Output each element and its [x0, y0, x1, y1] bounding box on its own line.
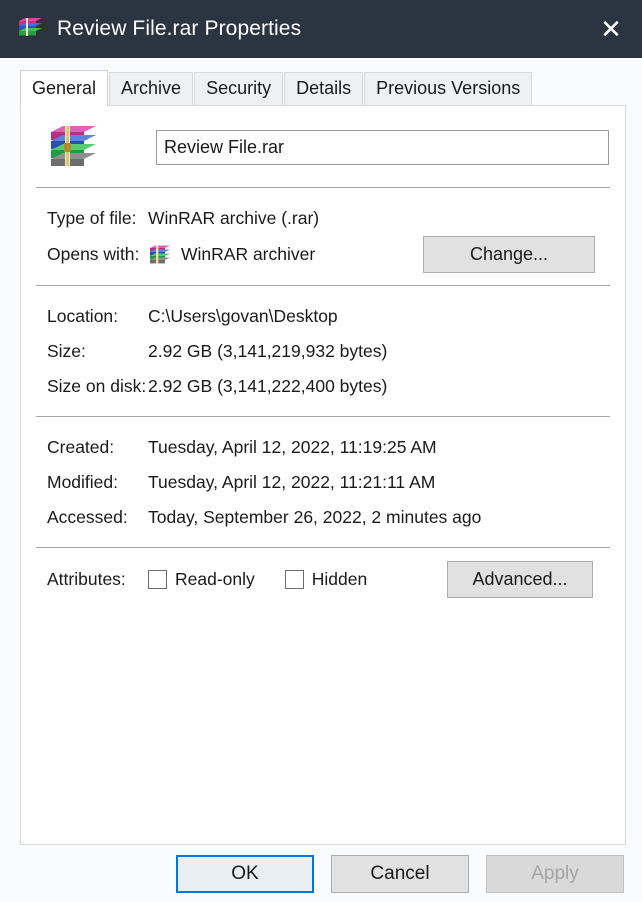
- winrar-small-icon: [148, 244, 172, 266]
- attributes-label: Attributes:: [47, 569, 126, 589]
- winrar-icon: [16, 17, 44, 41]
- created-label: Created:: [47, 437, 115, 457]
- attributes-section: Attributes: Read-only Hidden Advanced...: [35, 548, 611, 610]
- checkbox-icon[interactable]: [148, 570, 167, 589]
- read-only-checkbox[interactable]: Read-only: [148, 569, 255, 590]
- apply-button: Apply: [486, 854, 624, 893]
- checkbox-icon[interactable]: [284, 570, 304, 589]
- opens-with-value-group: WinRAR archiver: [148, 244, 315, 266]
- filename-input[interactable]: Review File.rar: [156, 129, 609, 165]
- winrar-file-icon: [47, 123, 99, 171]
- tabstrip-container: General Archive Security Details Previou…: [0, 58, 642, 106]
- title-bar: Review File.rar Properties ✕: [0, 0, 642, 58]
- location-size-section: Location: C:\Users\govan\Desktop Size: 2…: [35, 286, 611, 416]
- cancel-button[interactable]: Cancel: [331, 854, 469, 893]
- general-tab-panel: Review File.rar Type of file: WinRAR arc…: [20, 106, 626, 845]
- modified-value: Tuesday, April 12, 2022, 11:21:11 AM: [148, 472, 436, 492]
- attributes-row: Attributes: Read-only Hidden Advanced...: [35, 561, 611, 598]
- location-value: C:\Users\govan\Desktop: [148, 306, 338, 326]
- type-of-file-value: WinRAR archive (.rar): [148, 208, 320, 228]
- tabstrip: General Archive Security Details Previou…: [20, 70, 626, 106]
- change-button[interactable]: Change...: [423, 236, 595, 273]
- file-header: Review File.rar: [35, 106, 611, 187]
- accessed-label: Accessed:: [47, 507, 128, 527]
- location-label: Location:: [47, 306, 119, 326]
- read-only-label: Read-only: [175, 569, 255, 589]
- tab-previous-versions[interactable]: Previous Versions: [364, 72, 533, 105]
- ok-button[interactable]: OK: [176, 854, 314, 893]
- size-label: Size:: [47, 341, 86, 361]
- modified-label: Modified:: [47, 472, 119, 492]
- window-title: Review File.rar Properties: [57, 17, 302, 40]
- tab-details[interactable]: Details: [284, 72, 364, 105]
- dialog-footer: OK Cancel Apply: [0, 845, 642, 902]
- dates-section: Created: Tuesday, April 12, 2022, 11:19:…: [35, 417, 611, 547]
- type-of-file-row: Type of file: WinRAR archive (.rar): [35, 201, 611, 236]
- type-section: Type of file: WinRAR archive (.rar) Open…: [35, 188, 611, 285]
- properties-dialog: Review File.rar Properties ✕ General Arc…: [0, 0, 642, 902]
- tab-security[interactable]: Security: [194, 72, 284, 105]
- advanced-button[interactable]: Advanced...: [447, 561, 593, 598]
- size-on-disk-value: 2.92 GB (3,141,222,400 bytes): [148, 376, 388, 396]
- modified-row: Modified: Tuesday, April 12, 2022, 11:21…: [35, 465, 611, 500]
- opens-with-app-name: WinRAR archiver: [181, 244, 316, 264]
- size-on-disk-label: Size on disk:: [47, 376, 147, 396]
- tab-general[interactable]: General: [20, 70, 109, 106]
- type-of-file-label: Type of file:: [47, 208, 137, 228]
- created-row: Created: Tuesday, April 12, 2022, 11:19:…: [35, 430, 611, 465]
- created-value: Tuesday, April 12, 2022, 11:19:25 AM: [148, 437, 437, 457]
- hidden-checkbox[interactable]: Hidden: [284, 569, 368, 590]
- size-value: 2.92 GB (3,141,219,932 bytes): [148, 341, 388, 361]
- opens-with-row: Opens with: WinRAR archiver Change...: [35, 236, 611, 273]
- opens-with-label: Opens with:: [47, 244, 140, 264]
- location-row: Location: C:\Users\govan\Desktop: [35, 299, 611, 334]
- tab-archive[interactable]: Archive: [109, 72, 194, 105]
- hidden-label: Hidden: [311, 569, 368, 589]
- accessed-value: Today, September 26, 2022, 2 minutes ago: [148, 507, 482, 527]
- size-on-disk-row: Size on disk: 2.92 GB (3,141,222,400 byt…: [35, 369, 611, 404]
- close-icon[interactable]: ✕: [580, 0, 642, 58]
- accessed-row: Accessed: Today, September 26, 2022, 2 m…: [35, 500, 611, 535]
- size-row: Size: 2.92 GB (3,141,219,932 bytes): [35, 334, 611, 369]
